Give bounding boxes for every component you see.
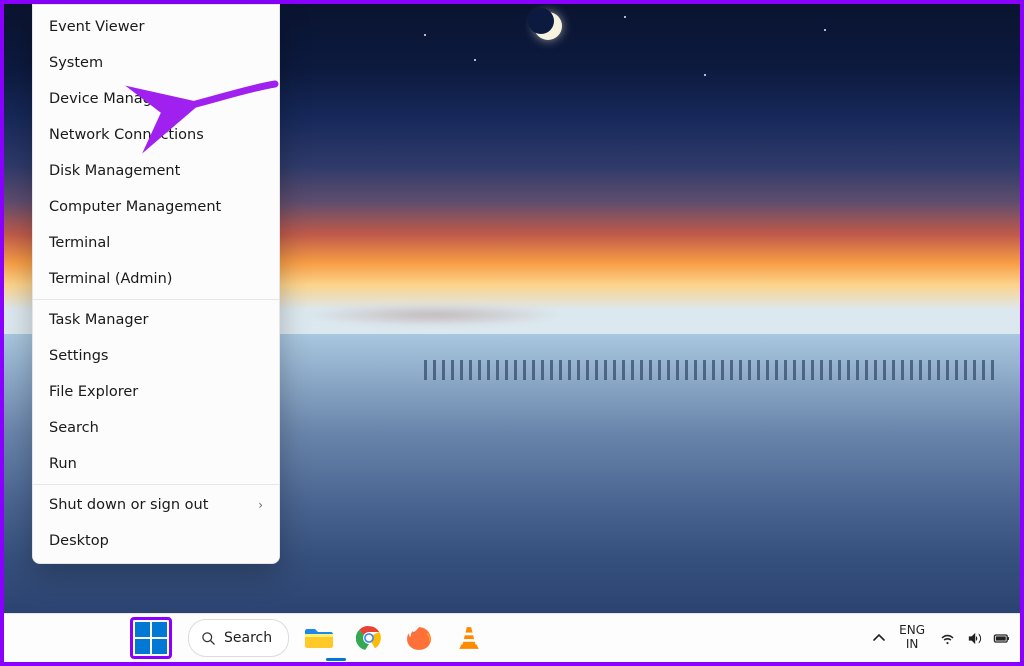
- menu-item-task-manager[interactable]: Task Manager: [33, 302, 279, 338]
- start-button-highlight: [130, 617, 172, 659]
- menu-item-label: Terminal: [49, 235, 110, 251]
- taskbar-search-button[interactable]: Search: [188, 619, 289, 657]
- chevron-right-icon: ›: [258, 498, 263, 512]
- menu-item-label: Settings: [49, 348, 108, 364]
- menu-item-event-viewer[interactable]: Event Viewer: [33, 9, 279, 45]
- menu-item-run[interactable]: Run: [33, 446, 279, 482]
- menu-separator: [33, 484, 279, 485]
- menu-item-disk-management[interactable]: Disk Management: [33, 153, 279, 189]
- volume-icon[interactable]: [966, 630, 983, 647]
- menu-item-label: Network Connections: [49, 127, 204, 143]
- menu-item-system[interactable]: System: [33, 45, 279, 81]
- start-button[interactable]: [134, 621, 168, 655]
- menu-item-settings[interactable]: Settings: [33, 338, 279, 374]
- firefox-icon: [406, 625, 432, 651]
- search-icon: [201, 631, 216, 646]
- menu-item-terminal-admin-[interactable]: Terminal (Admin): [33, 261, 279, 297]
- wallpaper-cloud: [304, 304, 564, 326]
- tray-overflow-button[interactable]: [873, 632, 885, 644]
- windows-logo-icon: [135, 622, 167, 654]
- menu-item-label: Disk Management: [49, 163, 180, 179]
- chrome-icon: [356, 625, 382, 651]
- menu-item-label: Device Manager: [49, 91, 167, 107]
- menu-item-desktop[interactable]: Desktop: [33, 523, 279, 559]
- taskbar-chrome[interactable]: [349, 618, 389, 658]
- menu-item-label: Shut down or sign out: [49, 497, 208, 513]
- menu-item-search[interactable]: Search: [33, 410, 279, 446]
- screenshot-frame: Event Viewer System Device Manager Network …: [0, 0, 1024, 666]
- search-label: Search: [224, 630, 272, 646]
- menu-item-label: Task Manager: [49, 312, 148, 328]
- menu-item-label: Run: [49, 456, 77, 472]
- taskbar-vlc[interactable]: [449, 618, 489, 658]
- winx-power-menu[interactable]: Event Viewer System Device Manager Network …: [32, 4, 280, 564]
- menu-item-label: Desktop: [49, 533, 109, 549]
- wallpaper-trees: [424, 360, 1000, 380]
- menu-item-computer-management[interactable]: Computer Management: [33, 189, 279, 225]
- vlc-icon: [456, 625, 482, 651]
- menu-item-shut-down-or-sign-out[interactable]: Shut down or sign out ›: [33, 487, 279, 523]
- menu-item-network-connections[interactable]: Network Connections: [33, 117, 279, 153]
- menu-item-label: System: [49, 55, 103, 71]
- battery-icon[interactable]: [993, 630, 1010, 647]
- menu-item-label: Terminal (Admin): [49, 271, 172, 287]
- menu-item-label: File Explorer: [49, 384, 138, 400]
- language-indicator[interactable]: ENG IN: [899, 624, 925, 652]
- taskbar: Search: [4, 613, 1020, 662]
- taskbar-file-explorer[interactable]: [299, 618, 339, 658]
- wifi-icon[interactable]: [939, 630, 956, 647]
- menu-item-label: Search: [49, 420, 99, 436]
- language-top: ENG: [899, 624, 925, 638]
- menu-item-terminal[interactable]: Terminal: [33, 225, 279, 261]
- menu-separator: [33, 299, 279, 300]
- taskbar-firefox[interactable]: [399, 618, 439, 658]
- wallpaper-moon: [534, 12, 562, 40]
- taskbar-active-indicator: [326, 658, 346, 661]
- language-bottom: IN: [899, 638, 925, 652]
- menu-item-label: Computer Management: [49, 199, 221, 215]
- menu-item-device-manager[interactable]: Device Manager: [33, 81, 279, 117]
- menu-item-file-explorer[interactable]: File Explorer: [33, 374, 279, 410]
- folder-icon: [304, 626, 334, 650]
- menu-item-label: Event Viewer: [49, 19, 144, 35]
